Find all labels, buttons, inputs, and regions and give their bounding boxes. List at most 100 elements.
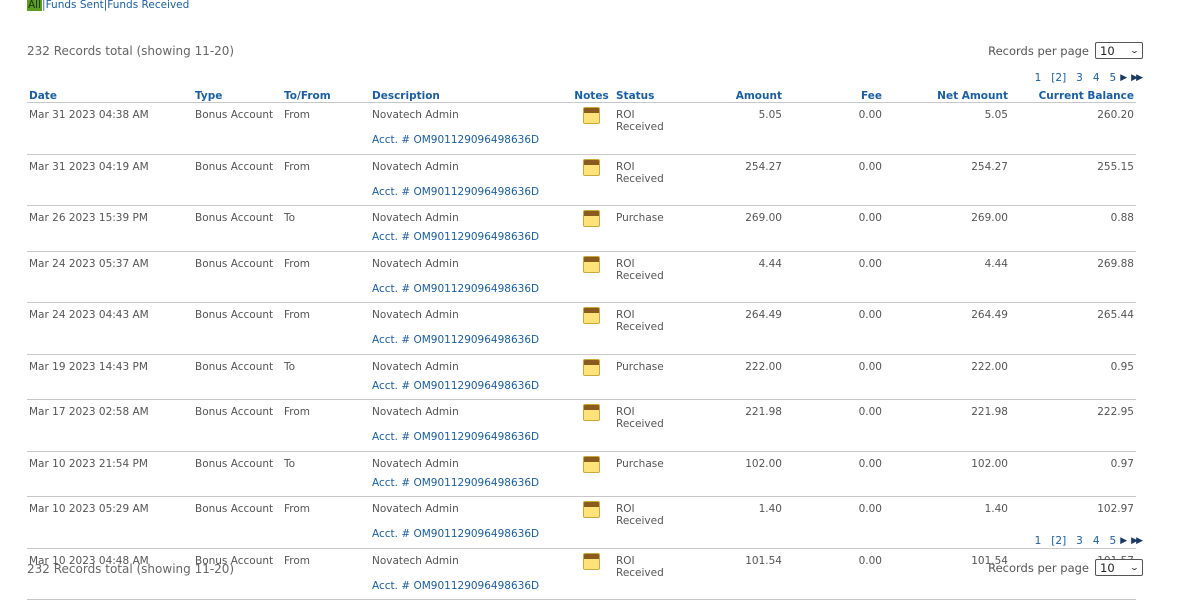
last-page-icon[interactable]: ▶▶ <box>1131 536 1143 546</box>
table-row-detail: Acct. # OM901129096498636D <box>27 578 1136 600</box>
table-row-detail: Acct. # OM901129096498636D <box>27 378 1136 400</box>
current-page-link[interactable]: [2] <box>1051 535 1066 547</box>
account-number-link[interactable]: Acct. # OM901129096498636D <box>370 184 569 206</box>
transaction-current-balance: 0.97 <box>1110 457 1134 470</box>
page-link[interactable]: 3 <box>1076 72 1083 84</box>
page-link[interactable]: 5 <box>1110 535 1117 547</box>
transaction-net-amount: 254.27 <box>971 160 1008 173</box>
transaction-net-amount: 1.40 <box>984 503 1008 515</box>
transaction-type: Bonus Account <box>195 212 274 224</box>
transaction-date: Mar 31 2023 04:19 AM <box>29 160 149 173</box>
records-per-page-select[interactable]: 10 ⌄ <box>1095 42 1143 59</box>
empty-cell <box>614 430 684 452</box>
account-number-link[interactable]: Acct. # OM901129096498636D <box>370 430 569 452</box>
column-header-notes[interactable]: Notes <box>569 90 614 103</box>
table-row-detail: Acct. # OM901129096498636D <box>27 281 1136 303</box>
transaction-type: Bonus Account <box>195 160 274 173</box>
account-number-link[interactable]: Acct. # OM901129096498636D <box>370 281 569 303</box>
account-number-link[interactable]: Acct. # OM901129096498636D <box>370 333 569 355</box>
empty-cell <box>282 133 370 155</box>
current-page-link[interactable]: [2] <box>1051 72 1066 84</box>
notes-icon[interactable] <box>583 404 600 421</box>
empty-cell <box>569 184 614 206</box>
column-header-status[interactable]: Status <box>614 90 684 103</box>
records-per-page-label: Records per page <box>988 43 1089 58</box>
transaction-description: Novatech Admin <box>372 212 459 224</box>
page-link[interactable]: 1 <box>1035 72 1042 84</box>
notes-icon[interactable] <box>583 552 600 570</box>
transaction-fee: 0.00 <box>858 457 882 470</box>
transaction-status: Purchase <box>616 212 664 224</box>
notes-icon[interactable] <box>583 255 600 273</box>
empty-cell <box>784 230 884 252</box>
page-link[interactable]: 4 <box>1093 535 1100 547</box>
column-header-amount[interactable]: Amount <box>684 90 784 103</box>
empty-cell <box>193 527 282 549</box>
transaction-direction: From <box>284 406 311 418</box>
filter-funds-sent-link[interactable]: Funds Sent <box>46 0 104 11</box>
transaction-fee: 0.00 <box>858 160 882 173</box>
empty-cell <box>1010 430 1136 452</box>
empty-cell <box>569 333 614 355</box>
notes-icon[interactable] <box>583 455 600 473</box>
empty-cell <box>884 578 1010 600</box>
page-link[interactable]: 3 <box>1076 535 1083 547</box>
next-arrow-icon[interactable]: ▶ <box>1120 536 1127 546</box>
transaction-date: Mar 24 2023 05:37 AM <box>29 257 149 270</box>
empty-cell <box>1010 578 1136 600</box>
records-per-page-select[interactable]: 10 ⌄ <box>1095 559 1143 576</box>
account-number-link[interactable]: Acct. # OM901129096498636D <box>370 578 569 600</box>
page-link[interactable]: 4 <box>1093 72 1100 84</box>
table-row-detail: Acct. # OM901129096498636D <box>27 230 1136 252</box>
account-number-link[interactable]: Acct. # OM901129096498636D <box>370 475 569 497</box>
empty-cell <box>884 133 1010 155</box>
empty-cell <box>282 578 370 600</box>
transaction-type: Bonus Account <box>195 109 274 121</box>
account-number-link[interactable]: Acct. # OM901129096498636D <box>370 133 569 155</box>
empty-cell <box>614 527 684 549</box>
empty-cell <box>684 378 784 400</box>
transaction-amount: 102.00 <box>745 457 782 470</box>
transactions-table: Date Type To/From Description Notes Stat… <box>27 90 1136 600</box>
column-header-description[interactable]: Description <box>370 90 569 103</box>
empty-cell <box>27 378 193 400</box>
notes-icon[interactable] <box>583 107 600 124</box>
notes-icon-cell <box>569 548 614 579</box>
notes-icon[interactable] <box>583 307 600 324</box>
column-header-fee[interactable]: Fee <box>784 90 884 103</box>
table-row: Mar 24 2023 04:43 AM Bonus Account From Nov… <box>27 303 1136 333</box>
transaction-type: Bonus Account <box>195 309 274 321</box>
empty-cell <box>27 333 193 355</box>
column-header-to-from[interactable]: To/From <box>282 90 370 103</box>
column-header-date[interactable]: Date <box>27 90 193 103</box>
account-number-link[interactable]: Acct. # OM901129096498636D <box>370 527 569 549</box>
table-row-detail: Acct. # OM901129096498636D <box>27 184 1136 206</box>
empty-cell <box>884 230 1010 252</box>
empty-cell <box>27 133 193 155</box>
next-arrow-icon[interactable]: ▶ <box>1120 73 1127 83</box>
table-row-detail: Acct. # OM901129096498636D <box>27 527 1136 549</box>
transaction-filter-bar: All|Funds Sent|Funds Received <box>27 0 189 11</box>
account-number-link[interactable]: Acct. # OM901129096498636D <box>370 230 569 252</box>
transaction-description: Novatech Admin <box>372 503 459 515</box>
column-header-type[interactable]: Type <box>193 90 282 103</box>
notes-icon[interactable] <box>583 158 600 176</box>
transaction-description: Novatech Admin <box>372 109 459 121</box>
page-link[interactable]: 5 <box>1110 72 1117 84</box>
transaction-status: ROI Received <box>616 109 664 133</box>
filter-funds-received-link[interactable]: Funds Received <box>107 0 189 11</box>
notes-icon[interactable] <box>583 358 600 376</box>
pagination-top: 1 [2] 3 4 5 ▶ ▶▶ <box>1035 72 1143 84</box>
empty-cell <box>282 281 370 303</box>
notes-icon[interactable] <box>583 501 600 518</box>
page-link[interactable]: 1 <box>1035 535 1042 547</box>
account-number-link[interactable]: Acct. # OM901129096498636D <box>370 378 569 400</box>
column-header-current-balance[interactable]: Current Balance <box>1010 90 1136 103</box>
notes-icon-cell <box>569 154 614 185</box>
notes-icon[interactable] <box>583 210 600 227</box>
last-page-icon[interactable]: ▶▶ <box>1131 73 1143 83</box>
records-per-page-control: Records per page 10 ⌄ <box>988 42 1143 59</box>
column-header-net-amount[interactable]: Net Amount <box>884 90 1010 103</box>
filter-all-link[interactable]: All <box>27 0 43 11</box>
empty-cell <box>884 281 1010 303</box>
